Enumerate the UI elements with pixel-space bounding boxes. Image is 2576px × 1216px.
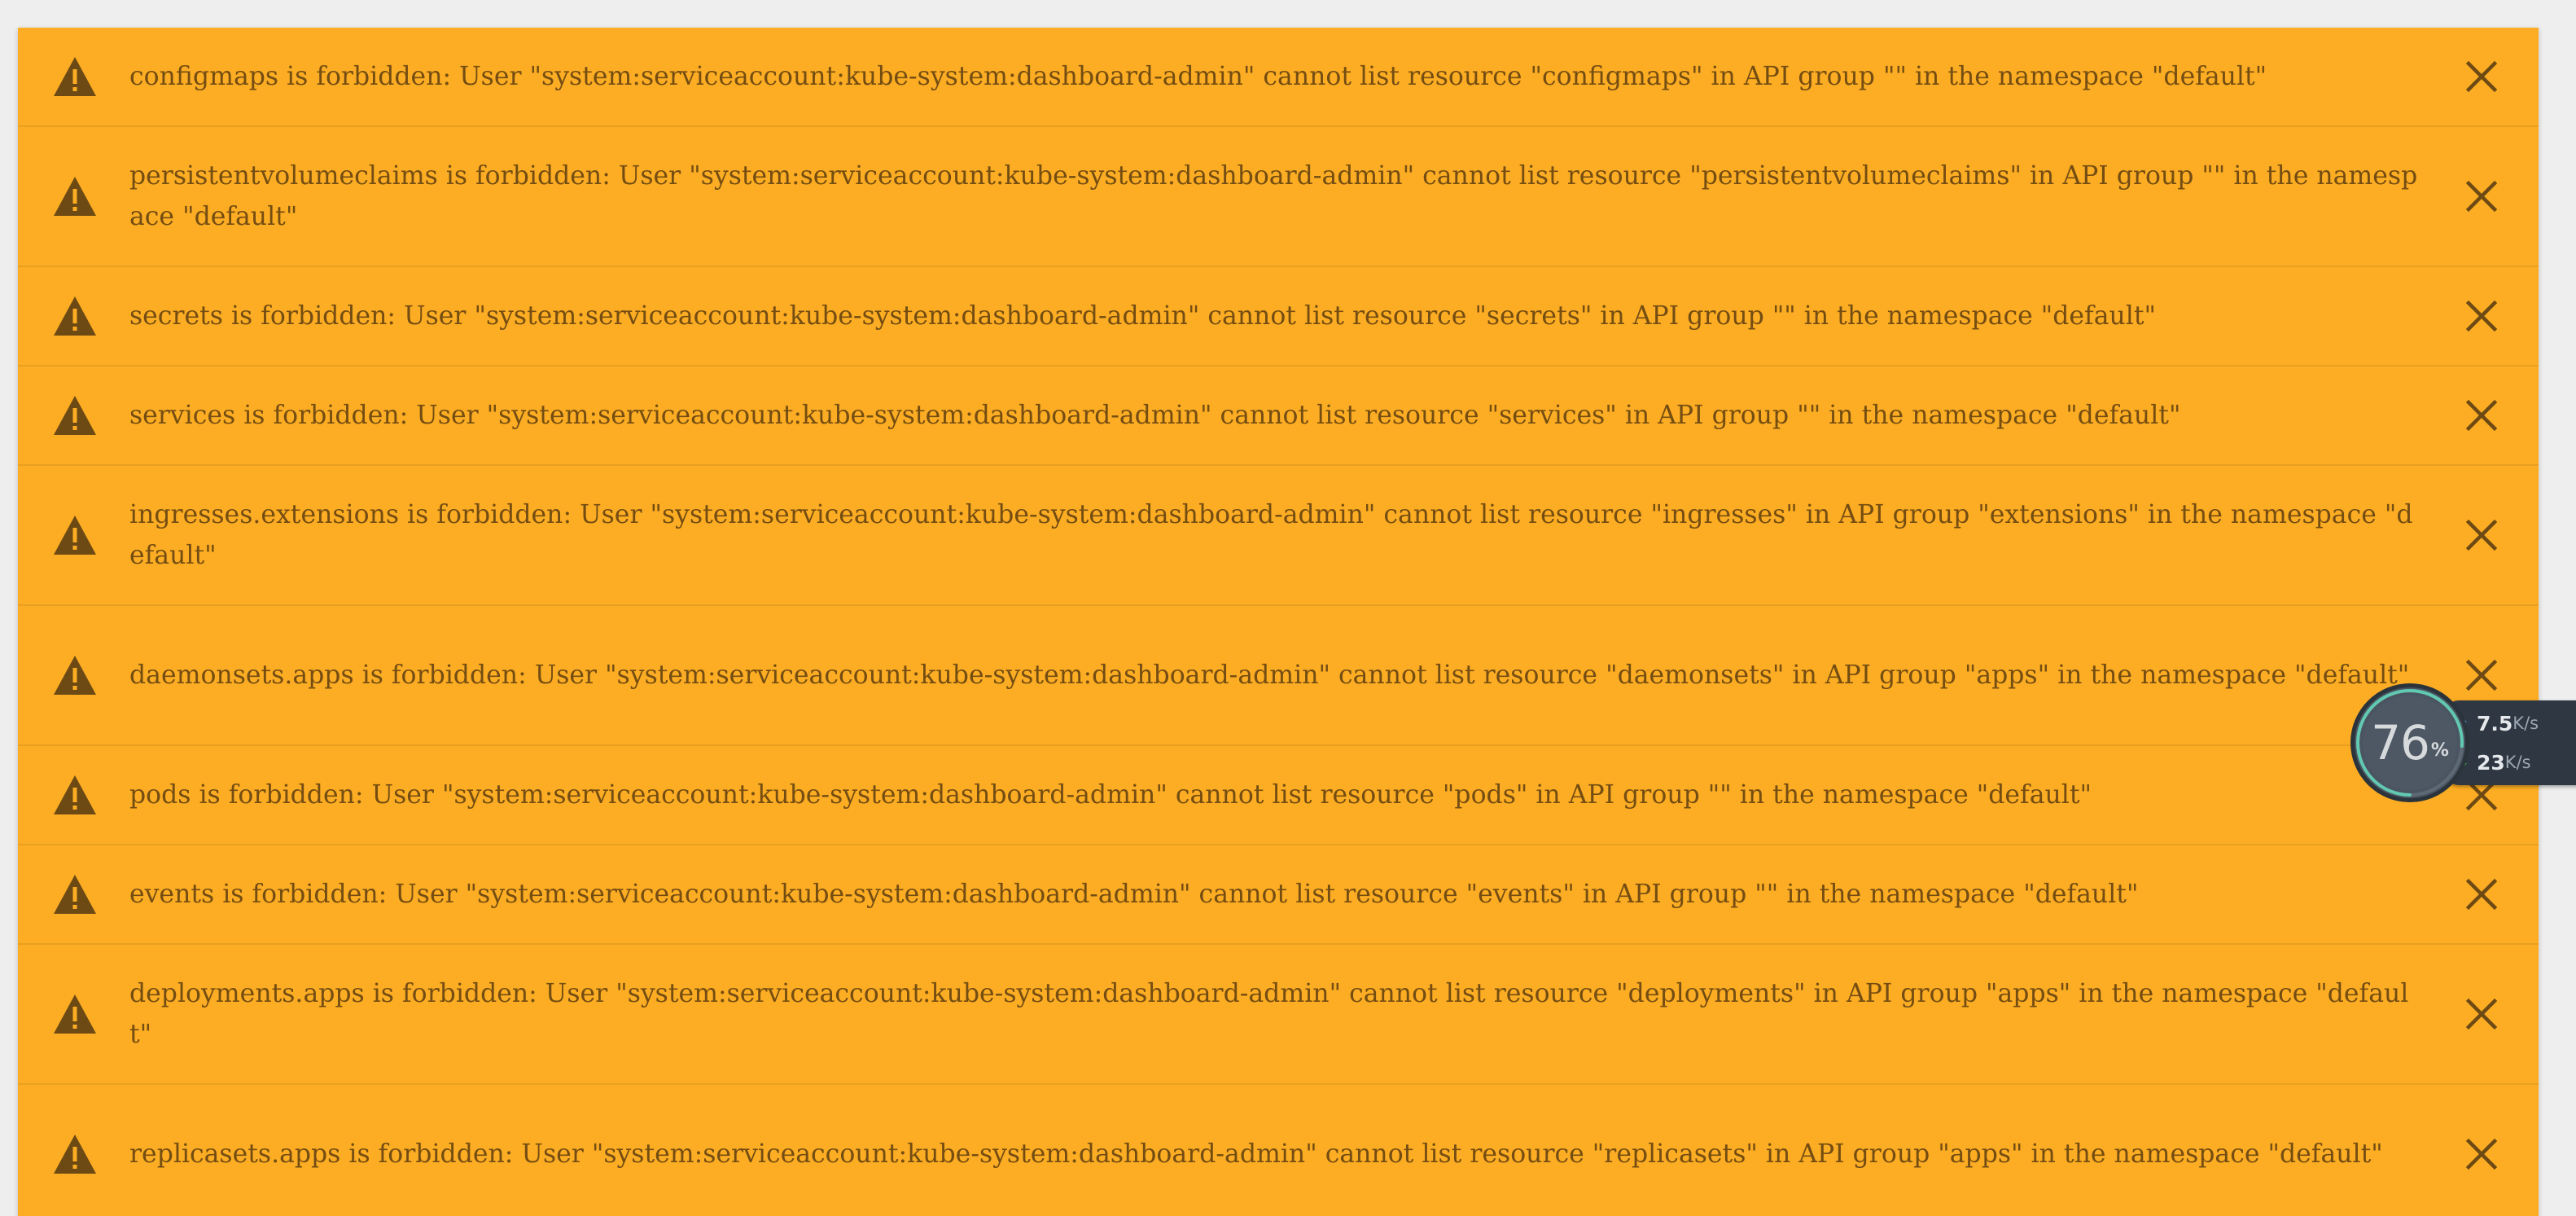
upload-speed-unit: K/s — [2512, 713, 2539, 733]
alert-item: daemonsets.apps is forbidden: User "syst… — [18, 606, 2539, 746]
alert-item: configmaps is forbidden: User "system:se… — [18, 28, 2539, 127]
alert-item: events is forbidden: User "system:servic… — [18, 845, 2539, 945]
network-speed-widget[interactable]: 7.5 K/s 23 K/s 76% — [2348, 681, 2576, 805]
page: configmaps is forbidden: User "system:se… — [0, 0, 2576, 1216]
alert-message: replicasets.apps is forbidden: User "sys… — [129, 1139, 2383, 1169]
usage-percent-value: 76 — [2371, 715, 2430, 770]
alert-message: pods is forbidden: User "system:servicea… — [129, 780, 2092, 810]
download-speed: 23 K/s — [2477, 746, 2531, 779]
alert-message: services is forbidden: User "system:serv… — [129, 401, 2181, 430]
alert-item: secrets is forbidden: User "system:servi… — [18, 267, 2539, 367]
close-icon[interactable] — [2464, 59, 2499, 94]
alert-list: configmaps is forbidden: User "system:se… — [18, 28, 2539, 1216]
alert-item: pods is forbidden: User "system:servicea… — [18, 746, 2539, 845]
warning-icon — [52, 774, 98, 816]
alert-item: deployments.apps is forbidden: User "sys… — [18, 945, 2539, 1085]
warning-icon — [52, 873, 98, 915]
usage-percent-unit: % — [2430, 740, 2449, 761]
close-icon[interactable] — [2464, 517, 2499, 553]
alert-message: configmaps is forbidden: User "system:se… — [129, 62, 2267, 91]
alert-item: persistentvolumeclaims is forbidden: Use… — [18, 127, 2539, 267]
warning-icon — [52, 514, 98, 556]
warning-icon — [52, 654, 98, 696]
close-icon[interactable] — [2464, 1136, 2499, 1172]
alert-item: ingresses.extensions is forbidden: User … — [18, 466, 2539, 606]
alert-message: secrets is forbidden: User "system:servi… — [129, 301, 2157, 331]
download-speed-unit: K/s — [2504, 753, 2531, 772]
warning-icon — [52, 1133, 98, 1175]
close-icon[interactable] — [2464, 397, 2499, 433]
upload-speed-value: 7.5 — [2477, 711, 2513, 735]
warning-icon — [52, 394, 98, 437]
close-icon[interactable] — [2464, 298, 2499, 334]
usage-gauge: 76% — [2348, 681, 2472, 805]
alert-message: daemonsets.apps is forbidden: User "syst… — [129, 661, 2410, 690]
warning-icon — [52, 55, 98, 98]
warning-icon — [52, 295, 98, 337]
upload-speed: 7.5 K/s — [2477, 707, 2539, 740]
usage-gauge-label: 76% — [2348, 681, 2472, 805]
close-icon[interactable] — [2464, 996, 2499, 1032]
close-icon[interactable] — [2464, 876, 2499, 912]
alert-message: deployments.apps is forbidden: User "sys… — [129, 979, 2409, 1049]
warning-icon — [52, 993, 98, 1035]
alert-message: persistentvolumeclaims is forbidden: Use… — [129, 161, 2418, 231]
alert-message: ingresses.extensions is forbidden: User … — [129, 500, 2413, 570]
close-icon[interactable] — [2464, 178, 2499, 214]
alert-item: replicasets.apps is forbidden: User "sys… — [18, 1085, 2539, 1216]
alert-item: services is forbidden: User "system:serv… — [18, 367, 2539, 466]
download-speed-value: 23 — [2477, 750, 2505, 775]
alert-message: events is forbidden: User "system:servic… — [129, 880, 2139, 909]
warning-icon — [52, 175, 98, 217]
